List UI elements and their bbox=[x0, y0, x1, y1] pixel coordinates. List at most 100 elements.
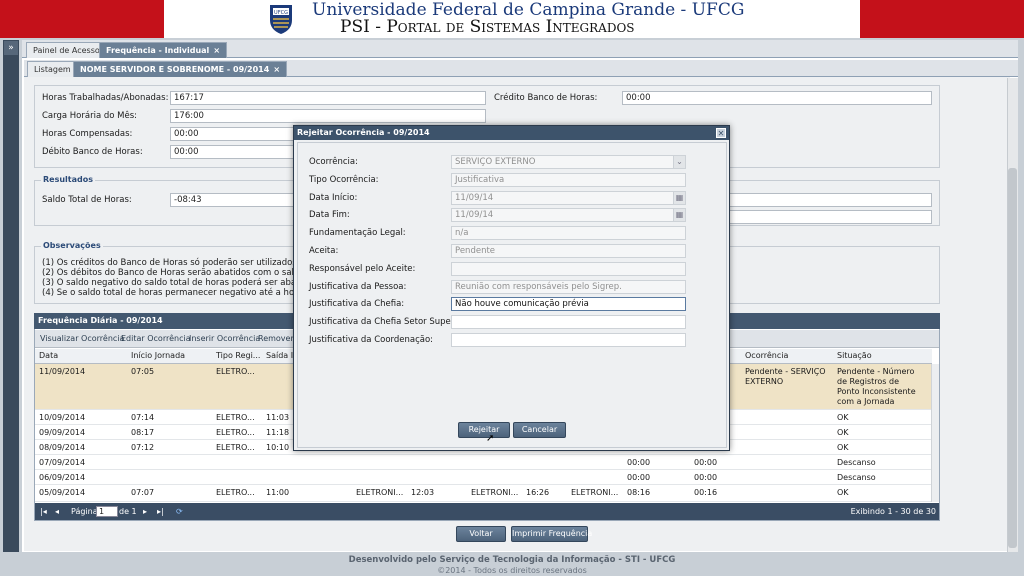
cell-saida: 10:10 bbox=[266, 443, 290, 452]
close-dialog-icon[interactable]: ✕ bbox=[716, 128, 726, 138]
inserir-ocorrencia-button[interactable]: Inserir Ocorrência bbox=[189, 334, 260, 343]
close-tab-icon[interactable]: × bbox=[273, 65, 280, 74]
tipo-ocorrencia-label: Tipo Ocorrência: bbox=[309, 175, 379, 185]
cell-saida: 11:18 bbox=[266, 428, 290, 437]
grid-pager: |◂ ◂ Página de 1 ▸ ▸| ⟳ Exibindo 1 - 30 … bbox=[35, 503, 939, 520]
visualizar-ocorrencia-button[interactable]: Visualizar Ocorrência bbox=[40, 334, 124, 343]
justificativa-coordenacao-input[interactable] bbox=[451, 333, 686, 347]
expand-panel-icon[interactable]: » bbox=[4, 41, 18, 55]
refresh-icon[interactable]: ⟳ bbox=[176, 507, 183, 516]
tab-painel-acesso[interactable]: Painel de Acesso bbox=[26, 42, 107, 58]
voltar-button[interactable]: Voltar bbox=[456, 526, 506, 542]
cell-tipo: ELETRO... bbox=[216, 488, 255, 497]
editar-ocorrencia-button[interactable]: Editar Ocorrência bbox=[121, 334, 191, 343]
calendar-icon[interactable]: ▦ bbox=[673, 191, 686, 205]
pager-summary: Exibindo 1 - 30 de 30 bbox=[850, 507, 936, 516]
tab-label: NOME SERVIDOR E SOBRENOME - 09/2014 bbox=[80, 65, 270, 74]
resultados-legend: Resultados bbox=[41, 175, 95, 184]
first-page-icon[interactable]: |◂ bbox=[40, 507, 47, 516]
col-data[interactable]: Data bbox=[39, 351, 58, 360]
cell-data: 09/09/2014 bbox=[39, 428, 86, 437]
justificativa-chefia-superior-label: Justificativa da Chefia Setor Superior: bbox=[309, 317, 469, 327]
aceita-label: Aceita: bbox=[309, 246, 339, 256]
close-tab-icon[interactable]: × bbox=[213, 46, 220, 55]
justificativa-pessoa-field[interactable]: Reunião com responsáveis pelo Sigrep. bbox=[451, 280, 686, 294]
grid-scrollbar[interactable] bbox=[931, 364, 939, 502]
table-row[interactable]: 05/09/2014 07:07 ELETRO... 11:00 ELETRONI...… bbox=[35, 485, 932, 502]
chevron-down-icon[interactable]: ⌄ bbox=[673, 155, 686, 169]
cell-situacao: OK bbox=[837, 443, 849, 452]
cell-situacao: OK bbox=[837, 488, 849, 497]
col-situacao[interactable]: Situação bbox=[837, 351, 872, 360]
cell-inicio: 07:12 bbox=[131, 443, 155, 452]
cell-tipo: ELETRO... bbox=[216, 367, 255, 376]
cell-horas: 00:00 bbox=[627, 458, 651, 467]
table-row[interactable]: 07/09/2014 00:00 00:00 Descanso bbox=[35, 455, 932, 470]
data-fim-field[interactable]: 11/09/14 bbox=[451, 208, 686, 222]
page-number-input[interactable]: 1 bbox=[96, 506, 118, 517]
tab-label: Frequência - Individual bbox=[106, 46, 210, 55]
table-row[interactable]: 06/09/2014 00:00 00:00 Descanso bbox=[35, 470, 932, 485]
tab-label: Painel de Acesso bbox=[33, 46, 100, 55]
dialog-body bbox=[297, 142, 727, 448]
justificativa-chefia-input[interactable]: Não houve comunicação prévia bbox=[451, 297, 686, 311]
responsavel-aceite-field[interactable] bbox=[451, 262, 686, 276]
ufcg-logo: UFCG bbox=[270, 5, 292, 34]
subtab-servidor[interactable]: NOME SERVIDOR E SOBRENOME - 09/2014 × bbox=[73, 61, 288, 77]
tipo-ocorrencia-field[interactable]: Justificativa bbox=[451, 173, 686, 187]
cell-data: 11/09/2014 bbox=[39, 367, 86, 376]
ocorrencia-select[interactable]: SERVIÇO EXTERNO bbox=[451, 155, 686, 169]
prev-page-icon[interactable]: ◂ bbox=[55, 507, 59, 516]
cell-situacao: Descanso bbox=[837, 458, 876, 467]
horas-compensadas-label: Horas Compensadas: bbox=[42, 129, 133, 139]
calendar-icon[interactable]: ▦ bbox=[673, 208, 686, 222]
next-page-icon[interactable]: ▸ bbox=[143, 507, 147, 516]
rejeitar-button[interactable]: Rejeitar bbox=[458, 422, 510, 438]
subtab-listagem[interactable]: Listagem bbox=[27, 61, 78, 77]
cell-situacao: Pendente - Número de Registros de Ponto … bbox=[837, 367, 916, 406]
sub-tabbar: Listagem NOME SERVIDOR E SOBRENOME - 09/… bbox=[24, 60, 1018, 77]
col-inicio-jornada[interactable]: Início Jornada bbox=[131, 351, 185, 360]
cell-horas: 08:16 bbox=[627, 488, 651, 497]
cell-saida-2: 16:26 bbox=[526, 488, 550, 497]
mouse-pointer-icon: ➚ bbox=[486, 433, 495, 444]
cell-data: 05/09/2014 bbox=[39, 488, 86, 497]
data-inicio-field[interactable]: 11/09/14 bbox=[451, 191, 686, 205]
cell-tipo-3: ELETRONI... bbox=[471, 488, 519, 497]
credito-banco-field[interactable]: 00:00 bbox=[622, 91, 932, 105]
cell-inicio: 07:14 bbox=[131, 413, 155, 422]
cell-data: 10/09/2014 bbox=[39, 413, 86, 422]
cell-horas: 00:00 bbox=[627, 473, 651, 482]
cancelar-button[interactable]: Cancelar bbox=[513, 422, 566, 438]
col-ocorrencia[interactable]: Ocorrência bbox=[745, 351, 788, 360]
main-tabbar: Painel de Acesso Frequência - Individual… bbox=[22, 40, 1018, 58]
observacoes-legend: Observações bbox=[41, 241, 103, 250]
carga-horaria-field[interactable]: 176:00 bbox=[170, 109, 486, 123]
fundamentacao-field[interactable]: n/a bbox=[451, 226, 686, 240]
tab-label: Listagem bbox=[34, 65, 71, 74]
horas-trabalhadas-label: Horas Trabalhadas/Abonadas: bbox=[42, 93, 169, 103]
cell-data: 08/09/2014 bbox=[39, 443, 86, 452]
observacao-line: (2) Os débitos do Banco de Horas serão a… bbox=[42, 268, 328, 278]
imprimir-frequencia-button[interactable]: Imprimir Frequência bbox=[511, 526, 592, 542]
footer-copyright: ©2014 - Todos os direitos reservados bbox=[437, 566, 587, 575]
justificativa-chefia-label: Justificativa da Chefia: bbox=[309, 299, 405, 309]
justificativa-chefia-superior-input[interactable] bbox=[451, 315, 686, 329]
cell-saida: 11:00 bbox=[266, 488, 290, 497]
page-scrollbar-thumb[interactable] bbox=[1008, 168, 1017, 548]
tab-frequencia-individual[interactable]: Frequência - Individual × bbox=[99, 42, 228, 58]
dialog-title: Rejeitar Ocorrência - 09/2014 bbox=[294, 126, 729, 140]
page-label: Página bbox=[71, 507, 98, 516]
horas-trabalhadas-field[interactable]: 167:17 bbox=[170, 91, 486, 105]
cell-situacao: OK bbox=[837, 413, 849, 422]
carga-horaria-label: Carga Horária do Mês: bbox=[42, 111, 138, 121]
cell-tipo-4: ELETRONI... bbox=[571, 488, 619, 497]
portal-title: PSI - Portal de Sistemas Integrados bbox=[340, 17, 635, 37]
aceita-field[interactable]: Pendente bbox=[451, 244, 686, 258]
saldo-total-label: Saldo Total de Horas: bbox=[42, 195, 132, 205]
credito-banco-label: Crédito Banco de Horas: bbox=[494, 93, 598, 103]
cell-saldo: 00:00 bbox=[694, 458, 718, 467]
col-tipo-registro[interactable]: Tipo Regi... bbox=[216, 351, 260, 360]
last-page-icon[interactable]: ▸| bbox=[157, 507, 164, 516]
cell-inicio: 07:05 bbox=[131, 367, 155, 376]
